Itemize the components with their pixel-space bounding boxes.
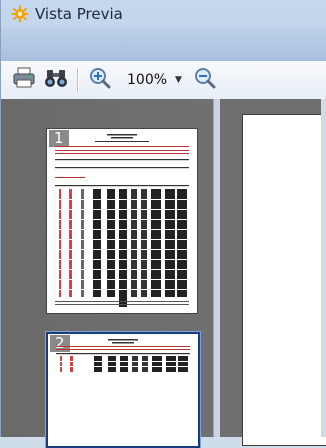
preview-window: Vista Previa 100% ▼ 1 2 [0,0,326,448]
title-bar[interactable]: Vista Previa [1,0,326,28]
chevron-down-icon: ▼ [175,75,182,85]
page-thumbnail-1[interactable]: 1 [46,128,198,314]
printer-icon [12,67,36,93]
zoom-out-icon [193,67,217,93]
zoom-in-icon [88,67,112,93]
toolbar: 100% ▼ [1,60,326,100]
window-right-edge [321,99,326,437]
page-thumbnail-content [47,134,197,307]
print-button[interactable] [11,67,37,93]
find-button[interactable] [43,67,69,93]
gear-sun-icon [11,5,29,23]
binoculars-icon [44,67,68,93]
zoom-in-button[interactable] [87,67,113,93]
zoom-level-select[interactable]: 100% ▼ [123,68,186,92]
page-thumbnail-content [48,339,198,372]
page-thumbnail-2[interactable]: 2 [46,332,200,448]
thumbnail-panel[interactable]: 1 2 [1,99,213,448]
page-preview-area[interactable] [220,99,326,446]
window-frame [1,28,326,60]
window-title: Vista Previa [35,5,123,23]
zoom-level-value: 100% [127,72,168,88]
toolbar-separator [77,68,79,92]
preview-page [242,114,326,446]
zoom-out-button[interactable] [192,67,218,93]
